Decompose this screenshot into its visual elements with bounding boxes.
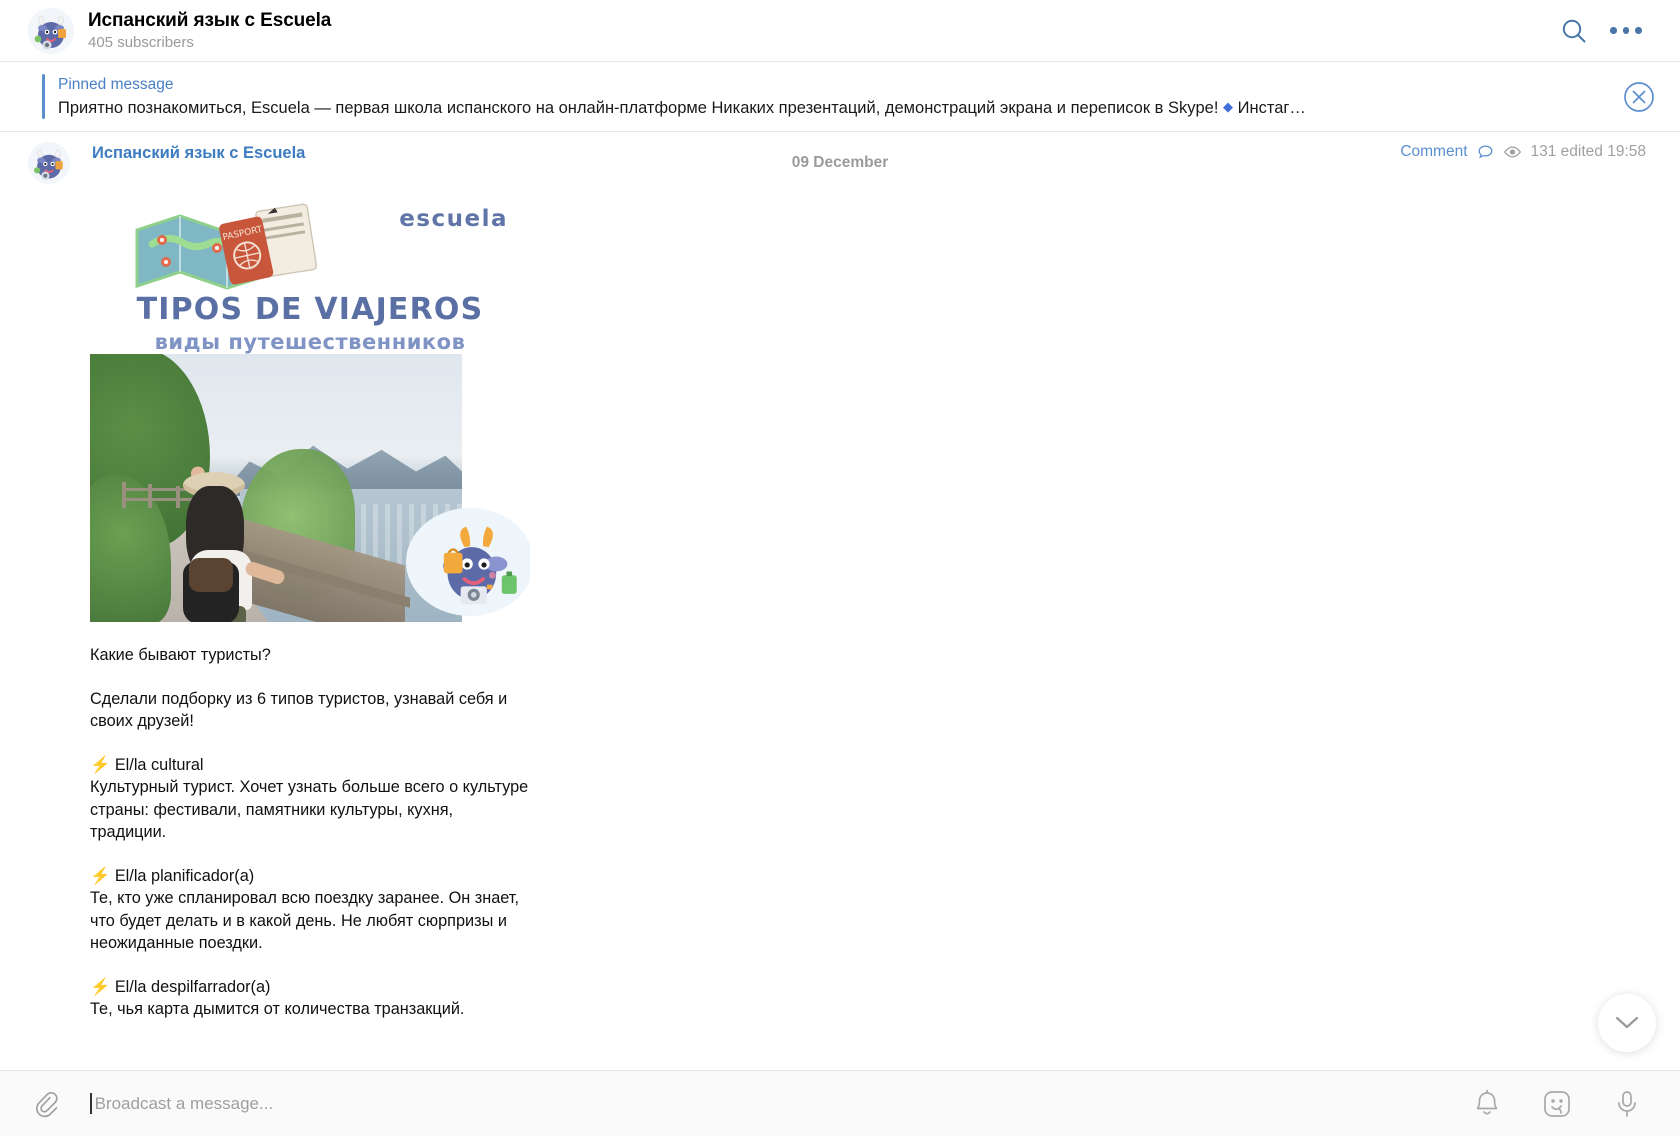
- channel-title: Испанский язык с Escuela: [88, 9, 332, 31]
- post-image-subtitle: виды путешественников: [154, 330, 466, 354]
- more-options-button[interactable]: [1600, 5, 1652, 57]
- attach-button[interactable]: [26, 1084, 66, 1124]
- cow-mascot-icon: [28, 7, 74, 54]
- pinned-close-button[interactable]: [1622, 80, 1656, 114]
- channel-header: Испанский язык с Escuela 405 subscribers: [0, 0, 1680, 62]
- channel-subscribers: 405 subscribers: [88, 33, 194, 51]
- pinned-text: Приятно познакомиться, Escuela — первая …: [58, 96, 1488, 119]
- traveler-photo: [90, 354, 462, 622]
- post-item-1: ⚡ El/la cultural Культурный турист. Хоче…: [90, 754, 530, 844]
- post-item-3-body: Те, чья карта дымится от количества тран…: [90, 1000, 465, 1018]
- search-icon: [1562, 19, 1586, 42]
- post-text: Какие бывают туристы? Сделали подборку и…: [90, 644, 530, 1021]
- voice-record-button[interactable]: [1610, 1087, 1644, 1121]
- close-circle-icon: [1624, 81, 1654, 112]
- message-composer: Broadcast a message...: [0, 1070, 1680, 1136]
- composer-actions: [1470, 1087, 1644, 1121]
- post-meta: Comment 131 edited 19:58: [1400, 143, 1646, 161]
- paperclip-icon: [36, 1091, 58, 1117]
- chat-scroll-area[interactable]: 09 December Испанский язык с Escuela Com…: [0, 132, 1680, 1070]
- sticker-button[interactable]: [1540, 1087, 1574, 1121]
- cow-mascot-icon: [442, 526, 517, 605]
- mascot-bubble: [406, 508, 530, 616]
- post-item-3: ⚡ El/la despilfarrador(a) Те, чья карта …: [90, 976, 530, 1021]
- post-avatar[interactable]: [28, 142, 70, 184]
- post-body: escuela PASPORT TIPOS DE VIAJEROS виды п…: [90, 184, 530, 1021]
- text-caret: [90, 1093, 92, 1114]
- chevron-down-icon: [1615, 1016, 1639, 1029]
- pinned-accent-bar: [42, 74, 45, 119]
- post-author-name[interactable]: Испанский язык с Escuela: [92, 142, 305, 163]
- pinned-texts: Pinned message Приятно познакомиться, Es…: [58, 74, 1608, 119]
- escuela-logo: escuela: [399, 206, 508, 232]
- pinned-text-part1: Приятно познакомиться, Escuela — первая …: [58, 99, 1219, 117]
- comment-button-label[interactable]: Comment: [1400, 143, 1467, 161]
- channel-meta: Испанский язык с Escuela 405 subscribers: [88, 10, 331, 52]
- notification-bell-button[interactable]: [1470, 1087, 1504, 1121]
- notification-bell-icon: [1476, 1089, 1498, 1115]
- lightning-icon: ⚡: [90, 755, 111, 774]
- more-options-icon: [1610, 27, 1642, 34]
- post-item-2-title: El/la planificador(a): [114, 866, 255, 885]
- post-image[interactable]: escuela PASPORT TIPOS DE VIAJEROS виды п…: [90, 192, 530, 622]
- eye-icon: [1503, 146, 1521, 158]
- post-item-2-body: Те, кто уже спланировал всю поездку зара…: [90, 889, 519, 952]
- sticker-face-icon: [1544, 1090, 1570, 1117]
- travel-doodle-icon: PASPORT: [135, 203, 318, 290]
- message-input[interactable]: Broadcast a message...: [90, 1093, 1470, 1114]
- cow-mascot-icon: [28, 142, 70, 184]
- pinned-label: Pinned message: [58, 76, 174, 93]
- lightning-icon: ⚡: [90, 977, 111, 996]
- post-image-title: TIPOS DE VIAJEROS: [136, 292, 484, 327]
- post-item-1-title: El/la cultural: [114, 755, 204, 774]
- channel-avatar[interactable]: [28, 7, 74, 54]
- post-item-3-title: El/la despilfarrador(a): [114, 977, 271, 996]
- scroll-to-bottom-button[interactable]: [1598, 994, 1656, 1052]
- post-text-line1: Какие бывают туристы?: [90, 646, 271, 664]
- post-item-2: ⚡ El/la planificador(a) Те, кто уже спла…: [90, 865, 530, 955]
- microphone-icon: [1618, 1090, 1636, 1117]
- channel-post: Испанский язык с Escuela Comment 131 edi…: [28, 142, 1652, 1021]
- message-input-placeholder: Broadcast a message...: [94, 1093, 274, 1113]
- pinned-text-part2: Инстаг…: [1237, 99, 1306, 117]
- comment-bubble-icon[interactable]: [1477, 144, 1494, 161]
- search-button[interactable]: [1548, 5, 1600, 57]
- lightning-icon: ⚡: [90, 866, 111, 885]
- post-item-1-body: Культурный турист. Хочет узнать больше в…: [90, 778, 529, 841]
- blue-diamond-icon: ◆: [1223, 99, 1234, 114]
- views-and-time: 131 edited 19:58: [1530, 143, 1647, 160]
- pinned-message-bar[interactable]: Pinned message Приятно познакомиться, Es…: [0, 62, 1680, 132]
- telegram-channel-window: Испанский язык с Escuela 405 subscribers…: [0, 0, 1680, 1136]
- post-header: Испанский язык с Escuela Comment 131 edi…: [28, 142, 1652, 184]
- post-text-line2: Сделали подборку из 6 типов туристов, уз…: [90, 689, 508, 731]
